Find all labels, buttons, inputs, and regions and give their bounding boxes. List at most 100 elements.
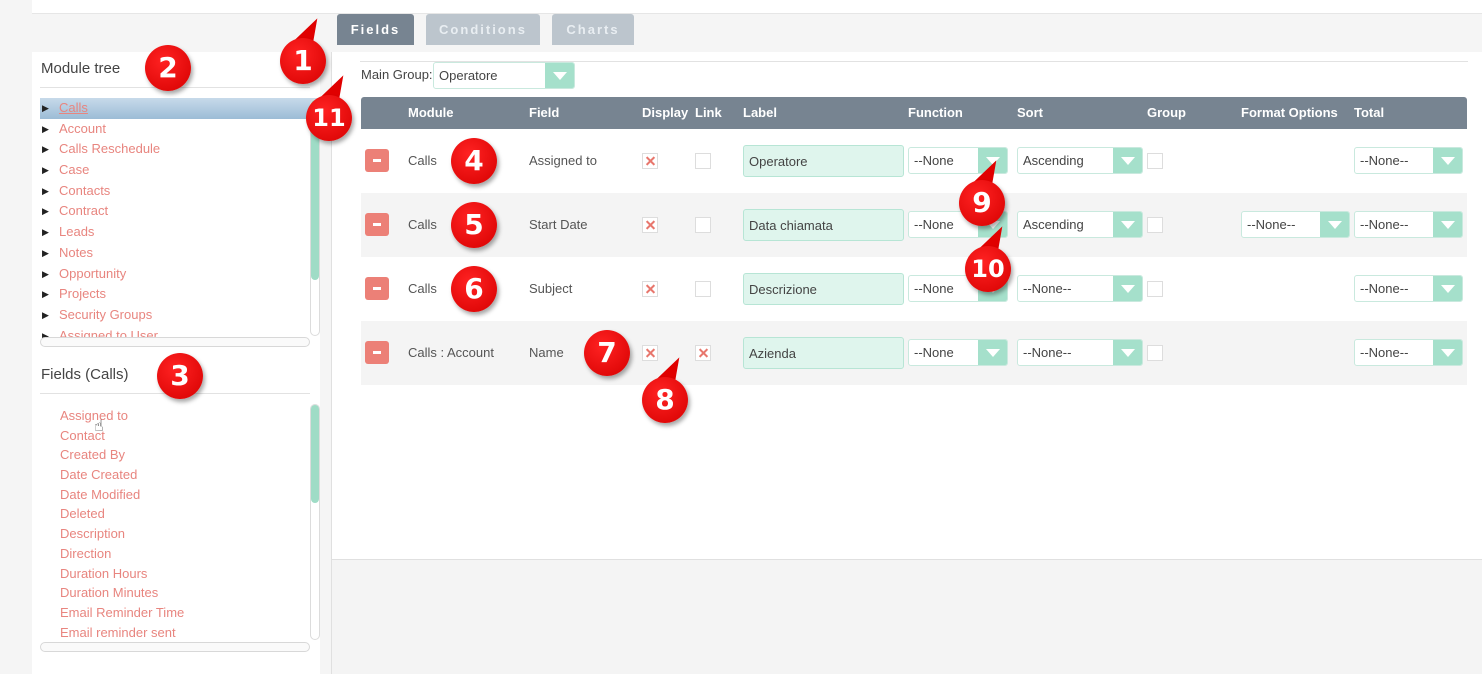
expand-arrow-icon[interactable]: ▶	[42, 284, 49, 304]
sort-select[interactable]: Ascending	[1017, 211, 1143, 238]
tab-conditions[interactable]: Conditions	[426, 14, 540, 45]
label-input[interactable]	[743, 337, 904, 369]
module-tree-item-label[interactable]: Contract	[59, 203, 108, 218]
module-tree-item-label[interactable]: Notes	[59, 245, 93, 260]
module-tree-item[interactable]: ▶ Notes	[40, 243, 322, 264]
display-checkbox[interactable]	[642, 281, 658, 297]
chevron-down-icon[interactable]	[978, 340, 1007, 365]
main-group-select[interactable]: Operatore	[433, 62, 575, 89]
label-input[interactable]	[743, 273, 904, 305]
field-list-item[interactable]: Contact	[40, 426, 322, 446]
module-tree-item[interactable]: ▶ Opportunity	[40, 264, 322, 285]
expand-arrow-icon[interactable]: ▶	[42, 201, 49, 221]
label-input[interactable]	[743, 209, 904, 241]
expand-arrow-icon[interactable]: ▶	[42, 181, 49, 201]
module-tree-horizontal-scrollbar[interactable]	[40, 337, 310, 347]
module-tree-item-label[interactable]: Opportunity	[59, 266, 126, 281]
module-tree-item-label[interactable]: Projects	[59, 286, 106, 301]
expand-arrow-icon[interactable]: ▶	[42, 139, 49, 159]
tab-charts[interactable]: Charts	[552, 14, 634, 45]
fields-table-header: Module Field Display Link Label Function…	[361, 97, 1467, 129]
module-tree-item-label[interactable]: Account	[59, 121, 106, 136]
top-bar	[32, 0, 1482, 14]
expand-arrow-icon[interactable]: ▶	[42, 98, 49, 118]
remove-row-button[interactable]	[365, 149, 389, 172]
field-list-item[interactable]: Created By	[40, 445, 322, 465]
module-tree-item-label[interactable]: Security Groups	[59, 307, 152, 322]
format-options-select[interactable]: --None--	[1241, 211, 1350, 238]
total-select[interactable]: --None--	[1354, 339, 1463, 366]
field-list-item[interactable]: Description	[40, 524, 322, 544]
sort-select[interactable]: --None--	[1017, 275, 1143, 302]
field-list-item[interactable]: Email Reminder Time	[40, 603, 322, 623]
module-tree-item[interactable]: ▶ Contacts	[40, 181, 322, 202]
module-tree-item-label[interactable]: Calls Reschedule	[59, 141, 160, 156]
chevron-down-icon[interactable]	[1320, 212, 1349, 237]
link-checkbox[interactable]	[695, 217, 711, 233]
fields-list: Assigned to Contact Created By Date Created…	[40, 406, 322, 638]
chevron-down-icon[interactable]	[1113, 276, 1142, 301]
chevron-down-icon[interactable]	[1113, 340, 1142, 365]
chevron-down-icon[interactable]	[1113, 212, 1142, 237]
field-list-item[interactable]: Direction	[40, 544, 322, 564]
group-checkbox[interactable]	[1147, 153, 1163, 169]
fields-horizontal-scrollbar[interactable]	[40, 642, 310, 652]
chevron-down-icon[interactable]	[1433, 148, 1462, 173]
link-checkbox[interactable]	[695, 281, 711, 297]
tab-fields[interactable]: Fields	[337, 14, 414, 45]
annotation-marker: 1	[280, 38, 326, 84]
group-checkbox[interactable]	[1147, 345, 1163, 361]
expand-arrow-icon[interactable]: ▶	[42, 160, 49, 180]
link-checkbox[interactable]	[695, 345, 711, 361]
fields-vertical-scrollbar[interactable]	[310, 404, 320, 640]
function-select[interactable]: --None	[908, 339, 1008, 366]
display-checkbox[interactable]	[642, 153, 658, 169]
module-tree-item[interactable]: ▶ Projects	[40, 284, 322, 305]
field-list-item[interactable]: Duration Minutes	[40, 583, 322, 603]
field-list-item[interactable]: Date Created	[40, 465, 322, 485]
display-checkbox[interactable]	[642, 217, 658, 233]
field-row: Calls Start Date --None Ascending --None-- --…	[361, 193, 1467, 257]
expand-arrow-icon[interactable]: ▶	[42, 222, 49, 242]
remove-row-button[interactable]	[365, 277, 389, 300]
sort-select[interactable]: --None--	[1017, 339, 1143, 366]
module-tree-item-label[interactable]: Contacts	[59, 183, 110, 198]
annotation-marker: 10	[965, 246, 1011, 292]
total-select[interactable]: --None--	[1354, 211, 1463, 238]
field-list-item[interactable]: Deleted	[40, 504, 322, 524]
chevron-down-icon[interactable]	[545, 63, 574, 88]
chevron-down-icon[interactable]	[1113, 148, 1142, 173]
sort-select[interactable]: Ascending	[1017, 147, 1143, 174]
remove-row-button[interactable]	[365, 341, 389, 364]
expand-arrow-icon[interactable]: ▶	[42, 305, 49, 325]
module-tree-item[interactable]: ▶ Security Groups	[40, 305, 322, 326]
display-checkbox[interactable]	[642, 345, 658, 361]
group-checkbox[interactable]	[1147, 281, 1163, 297]
field-list-item[interactable]: Duration Hours	[40, 564, 322, 584]
module-tree-item[interactable]: ▶ Account	[40, 119, 322, 140]
module-tree-item-label[interactable]: Case	[59, 162, 89, 177]
remove-row-button[interactable]	[365, 213, 389, 236]
module-tree-item-label[interactable]: Leads	[59, 224, 94, 239]
chevron-down-icon[interactable]	[1433, 212, 1462, 237]
total-select[interactable]: --None--	[1354, 147, 1463, 174]
field-list-item[interactable]: Assigned to	[40, 406, 322, 426]
field-list-item[interactable]: Email reminder sent	[40, 623, 322, 638]
module-tree-item[interactable]: ▶ Calls Reschedule	[40, 139, 322, 160]
module-tree-item[interactable]: ▶ Leads	[40, 222, 322, 243]
module-tree-item-label[interactable]: Calls	[59, 100, 88, 115]
field-list-item[interactable]: Date Modified	[40, 485, 322, 505]
module-tree-item[interactable]: ▶ Calls	[40, 98, 322, 119]
expand-arrow-icon[interactable]: ▶	[42, 264, 49, 284]
expand-arrow-icon[interactable]: ▶	[42, 119, 49, 139]
label-input[interactable]	[743, 145, 904, 177]
total-select[interactable]: --None--	[1354, 275, 1463, 302]
group-checkbox[interactable]	[1147, 217, 1163, 233]
annotation-marker: 6	[451, 266, 497, 312]
module-tree-item[interactable]: ▶ Contract	[40, 201, 322, 222]
link-checkbox[interactable]	[695, 153, 711, 169]
expand-arrow-icon[interactable]: ▶	[42, 243, 49, 263]
chevron-down-icon[interactable]	[1433, 340, 1462, 365]
chevron-down-icon[interactable]	[1433, 276, 1462, 301]
module-tree-item[interactable]: ▶ Case	[40, 160, 322, 181]
